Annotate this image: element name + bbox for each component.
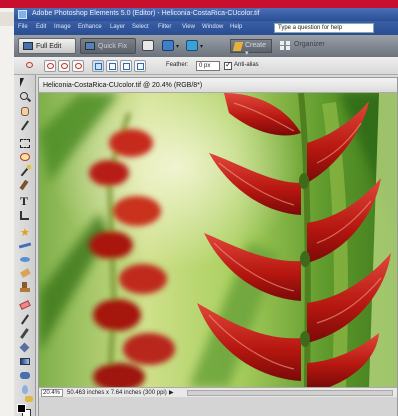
share-icon[interactable]	[186, 40, 198, 51]
eyedropper-tool-icon[interactable]	[18, 119, 32, 132]
paint-bucket-tool-icon[interactable]	[18, 341, 32, 354]
check-icon: ✓	[225, 60, 232, 69]
window-title: Adobe Photoshop Elements 5.0 (Editor) - …	[32, 10, 260, 17]
crop-tool-icon[interactable]	[18, 209, 32, 222]
quick-fix-label: Quick Fix	[98, 42, 128, 50]
lasso-tool-icon[interactable]	[18, 151, 32, 164]
marquee-tool-icon[interactable]	[18, 137, 32, 150]
organizer-button[interactable]: Organizer	[278, 39, 348, 53]
polygonal-lasso-option-icon[interactable]	[58, 60, 70, 72]
zoom-level-field[interactable]: 20.4%	[41, 389, 63, 397]
status-menu-arrow-icon[interactable]: ▶	[169, 389, 174, 396]
pen-icon	[232, 42, 244, 51]
cookie-cutter-tool-icon[interactable]: ★	[18, 225, 32, 239]
magnetic-lasso-option-icon[interactable]	[72, 60, 84, 72]
polygonal-lasso-icon	[61, 63, 68, 69]
foreground-color-swatch[interactable]	[17, 404, 26, 413]
share-dropdown-arrow-icon[interactable]: ▾	[200, 43, 203, 50]
current-tool-icon	[24, 60, 36, 72]
create-dropdown-arrow-icon: ▾	[245, 50, 249, 57]
clone-stamp-tool-icon[interactable]	[18, 281, 32, 294]
intersect-selection-shape-icon	[137, 63, 144, 70]
magnetic-lasso-icon	[75, 63, 82, 69]
new-file-icon[interactable]	[142, 40, 154, 51]
pencil-tool-icon[interactable]	[18, 313, 32, 326]
brush-tool-icon[interactable]	[18, 327, 32, 340]
menu-select[interactable]: Select	[132, 24, 149, 30]
new-selection-shape-icon	[95, 63, 102, 70]
subtract-from-selection-icon[interactable]	[120, 60, 132, 72]
document-window: Heliconia-CostaRica-CUcolor.tif @ 20.4% …	[38, 77, 398, 416]
full-edit-label: Full Edit	[36, 42, 62, 50]
menu-help[interactable]: Help	[230, 24, 242, 30]
document-title: Heliconia-CostaRica-CUcolor.tif @ 20.4% …	[43, 82, 203, 89]
move-tool-icon[interactable]	[18, 77, 32, 90]
healing-brush-tool-icon[interactable]	[18, 267, 32, 280]
menu-image[interactable]: Image	[54, 24, 71, 30]
page-top-strip	[0, 0, 398, 8]
full-edit-icon	[23, 42, 33, 50]
menu-view[interactable]: View	[182, 24, 195, 30]
antialias-checkbox[interactable]: ✓	[224, 60, 232, 70]
window-title-bar: Adobe Photoshop Elements 5.0 (Editor) - …	[14, 8, 398, 21]
feather-input[interactable]: 0 px	[196, 61, 220, 71]
zoom-tool-icon[interactable]	[18, 91, 32, 104]
status-bar: 20.4% 50.463 inches x 7.64 inches (300 p…	[39, 387, 397, 397]
heliconia-photo	[39, 93, 397, 387]
tool-options-bar: Feather: 0 px ✓ Anti-alias	[14, 57, 398, 75]
page-left-margin	[0, 8, 14, 416]
add-selection-shape-icon	[109, 63, 116, 70]
add-to-selection-icon[interactable]	[106, 60, 118, 72]
quick-fix-tab[interactable]: Quick Fix	[80, 38, 136, 54]
lasso-option-icon[interactable]	[44, 60, 56, 72]
full-edit-tab[interactable]: Full Edit	[18, 38, 76, 54]
image-canvas[interactable]	[39, 93, 397, 387]
feather-label: Feather:	[166, 62, 189, 68]
menu-layer[interactable]: Layer	[110, 24, 125, 30]
red-eye-tool-icon[interactable]	[18, 253, 32, 266]
straighten-tool-icon[interactable]	[18, 239, 32, 252]
shape-tool-icon[interactable]	[18, 369, 32, 382]
document-size-info: 50.463 inches x 7.64 inches (300 ppi)	[67, 390, 167, 396]
app-icon	[18, 10, 27, 19]
antialias-label: Anti-alias	[234, 62, 259, 68]
eraser-tool-icon[interactable]	[18, 299, 32, 312]
page-corner	[0, 12, 14, 26]
menu-edit[interactable]: Edit	[36, 24, 46, 30]
organizer-label: Organizer	[294, 41, 325, 48]
create-button[interactable]: Create ▾	[230, 39, 272, 57]
menu-file[interactable]: File	[18, 24, 28, 30]
menu-filter[interactable]: Filter	[158, 24, 171, 30]
new-selection-icon[interactable]	[92, 60, 104, 72]
hand-tool-icon[interactable]	[18, 105, 32, 118]
lasso-icon	[26, 62, 33, 68]
toolbox: T ★	[14, 75, 36, 416]
subtract-selection-shape-icon	[123, 63, 130, 70]
sponge-tool-icon[interactable]	[25, 395, 39, 408]
gradient-tool-icon[interactable]	[18, 355, 32, 368]
type-tool-icon[interactable]: T	[18, 194, 32, 208]
photoshop-elements-window: Adobe Photoshop Elements 5.0 (Editor) - …	[14, 8, 398, 416]
organizer-grid-icon	[280, 41, 291, 51]
magic-wand-tool-icon[interactable]	[18, 165, 32, 178]
document-title-bar: Heliconia-CostaRica-CUcolor.tif @ 20.4% …	[39, 78, 397, 93]
shortcuts-bar: Full Edit Quick Fix ▾ ▾ Create ▾ Organiz…	[14, 35, 398, 57]
horizontal-scrollbar[interactable]	[187, 390, 393, 396]
menu-enhance[interactable]: Enhance	[78, 24, 102, 30]
print-icon[interactable]	[162, 40, 174, 51]
selection-brush-tool-icon[interactable]	[18, 179, 32, 192]
menu-window[interactable]: Window	[202, 24, 223, 30]
quick-fix-icon	[85, 42, 95, 50]
workspace-background	[39, 397, 397, 416]
intersect-selection-icon[interactable]	[134, 60, 146, 72]
print-dropdown-arrow-icon[interactable]: ▾	[176, 43, 179, 50]
help-search-input[interactable]: Type a question for help	[274, 23, 374, 33]
lasso-icon	[47, 63, 54, 69]
create-label: Create	[245, 42, 267, 49]
menu-bar: File Edit Image Enhance Layer Select Fil…	[14, 21, 398, 35]
